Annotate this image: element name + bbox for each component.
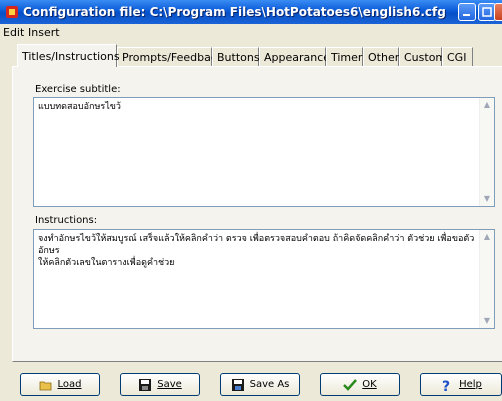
window-title: Configuration file: C:\Program Files\Hot… [23, 5, 446, 19]
tab-custom[interactable]: Custom [399, 47, 446, 66]
instructions-line-2: ให้คลิกตัวเลขในตารางเพื่อดูคำช่วย [38, 258, 175, 268]
load-button[interactable]: Load [20, 373, 100, 396]
menu-insert[interactable]: Insert [28, 26, 60, 39]
title-bar[interactable]: Configuration file: C:\Program Files\Hot… [0, 0, 502, 24]
tab-other[interactable]: Other [363, 47, 399, 66]
help-question-icon: ? [442, 379, 450, 392]
instructions-field[interactable]: จงทำอักษรไขว้ให้สมบูรณ์ เสร็จแล้วให้คลิก… [33, 229, 495, 329]
scroll-down-icon[interactable]: ▼ [483, 317, 491, 325]
tab-strip: Titles/Instructions Prompts/Feedback But… [17, 44, 502, 67]
subtitle-text: แบบทดสอบอักษรไขว้ [38, 102, 121, 112]
help-label: Help [459, 379, 482, 390]
menu-bar: Edit Insert [0, 24, 502, 41]
load-label: Load [57, 379, 82, 390]
floppy-disk-icon [139, 378, 152, 391]
scroll-up-icon[interactable]: ▲ [483, 233, 491, 241]
save-label: Save [157, 379, 182, 390]
tab-label: Timer [331, 51, 363, 64]
close-button[interactable] [494, 3, 502, 21]
scroll-up-icon[interactable]: ▲ [483, 101, 491, 109]
tab-buttons[interactable]: Buttons [212, 47, 260, 66]
tab-label: Other [368, 51, 400, 64]
subtitle-scrollbar[interactable]: ▲ ▼ [479, 98, 494, 206]
tab-titles-instructions[interactable]: Titles/Instructions [17, 44, 120, 67]
checkmark-icon [343, 378, 358, 391]
instructions-scrollbar[interactable]: ▲ ▼ [479, 230, 494, 328]
tab-label: Titles/Instructions [22, 50, 120, 63]
menu-edit[interactable]: Edit [3, 26, 24, 39]
ok-label: OK [362, 379, 377, 390]
svg-text:?: ? [442, 379, 450, 392]
ok-button[interactable]: OK [320, 373, 400, 396]
save-button[interactable]: Save [120, 373, 200, 396]
instructions-line-1: จงทำอักษรไขว้ให้สมบูรณ์ เสร็จแล้วให้คลิก… [38, 234, 475, 256]
minimize-icon [463, 14, 470, 16]
button-bar: Load Save Save As OK ? Help [12, 366, 502, 401]
tab-label: CGI [447, 51, 467, 64]
tab-label: Appearance [264, 51, 331, 64]
tab-label: Buttons [217, 51, 260, 64]
maximize-icon [482, 7, 492, 17]
tab-appearance[interactable]: Appearance [259, 47, 330, 66]
tab-panel: Exercise subtitle: แบบทดสอบอักษรไขว้ ▲ ▼… [12, 66, 502, 362]
save-as-label: Save As [249, 379, 290, 390]
minimize-button[interactable] [458, 3, 476, 21]
tab-cgi[interactable]: CGI [442, 47, 473, 66]
app-icon [6, 6, 18, 18]
scroll-down-icon[interactable]: ▼ [483, 195, 491, 203]
subtitle-field[interactable]: แบบทดสอบอักษรไขว้ ▲ ▼ [33, 97, 495, 207]
floppy-disk-multi-icon [231, 378, 244, 391]
folder-open-icon [39, 381, 51, 390]
instructions-label: Instructions: [35, 215, 98, 226]
help-button[interactable]: ? Help [420, 373, 502, 396]
tab-label: Custom [404, 51, 447, 64]
subtitle-label: Exercise subtitle: [35, 84, 121, 95]
tab-prompts-feedback[interactable]: Prompts/Feedback [117, 47, 223, 66]
tab-label: Prompts/Feedback [122, 51, 224, 64]
tab-timer[interactable]: Timer [326, 47, 363, 66]
save-as-button[interactable]: Save As [220, 373, 300, 396]
